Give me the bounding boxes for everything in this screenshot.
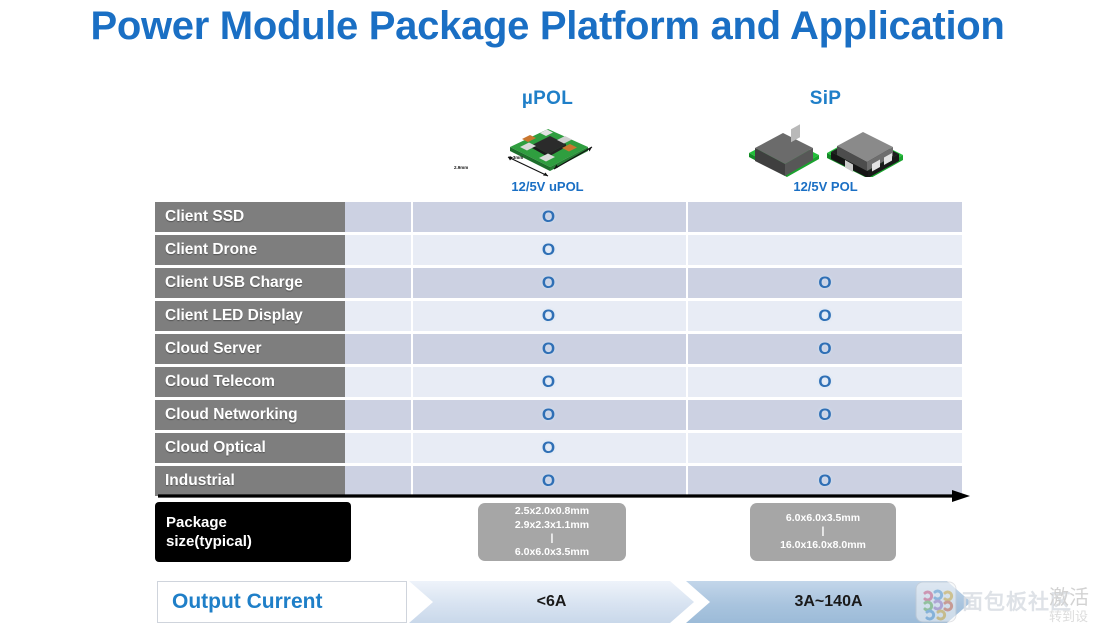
column-caption-sip: SiP xyxy=(809,88,842,109)
cell-sip: O xyxy=(818,273,832,292)
package-size-sip: 6.0x6.0x3.5mm | 16.0x16.0x8.0mm xyxy=(750,503,896,561)
row-label: Client SSD xyxy=(155,202,345,232)
cell-upol: O xyxy=(541,339,556,358)
table-row: Cloud Telecom O O xyxy=(155,367,962,397)
activation-line2: 转到设 xyxy=(1049,609,1089,624)
cell-upol: O xyxy=(541,273,556,292)
cell-upol: O xyxy=(541,372,556,391)
column-subcaption-upol: 12/5V uPOL xyxy=(511,179,584,194)
upol-artwork: 2.9mm 2.3mm xyxy=(440,115,655,177)
cell-upol: O xyxy=(541,438,556,457)
table-row: Cloud Server O O xyxy=(155,334,962,364)
table-row: Cloud Networking O O xyxy=(155,400,962,430)
package-size-sip-line1: 6.0x6.0x3.5mm xyxy=(785,511,861,524)
column-caption-upol: µPOL xyxy=(521,88,574,109)
row-label: Cloud Optical xyxy=(155,433,345,463)
table-row: Client SSD O xyxy=(155,202,962,232)
row-label: Cloud Telecom xyxy=(155,367,345,397)
cell-sip xyxy=(688,202,962,232)
cell-sip: O xyxy=(818,339,832,358)
table-row: Client LED Display O O xyxy=(155,301,962,331)
row-label: Cloud Networking xyxy=(155,400,345,430)
package-size-upol: 2.5x2.0x0.8mm 2.9x2.3x1.1mm | 6.0x6.0x3.… xyxy=(478,503,626,561)
cell-sip: O xyxy=(818,306,832,325)
page-title: Power Module Package Platform and Applic… xyxy=(90,4,1005,48)
output-current-upol-chevron: <6A xyxy=(409,581,694,623)
application-matrix-table: Client SSD O Client Drone O Client USB Charg… xyxy=(155,202,962,499)
activation-line1: 激活 xyxy=(1049,587,1089,609)
package-size-label-line1: Package xyxy=(166,514,227,531)
package-size-upol-divider: | xyxy=(550,532,554,544)
package-size-upol-line2: 2.9x2.3x1.1mm xyxy=(514,518,590,531)
cell-sip: O xyxy=(818,405,832,424)
column-header-upol: µPOL 2.9mm 2.3mm 12/5V uPOL xyxy=(440,88,655,194)
cell-sip xyxy=(688,433,962,463)
package-size-sip-line2: 16.0x16.0x8.0mm xyxy=(780,538,866,551)
site-logo-watermark-icon xyxy=(915,581,957,623)
row-label: Client LED Display xyxy=(155,301,345,331)
cell-sip: O xyxy=(818,372,832,391)
cell-upol: O xyxy=(541,306,556,325)
upol-dimension-width: 2.9mm xyxy=(454,165,469,170)
sip-artwork xyxy=(718,115,933,177)
package-size-sip-divider: | xyxy=(821,525,825,538)
row-label: Client USB Charge xyxy=(155,268,345,298)
upol-module-photo-icon xyxy=(507,129,592,177)
package-size-upol-line1: 2.5x2.0x0.8mm xyxy=(514,505,590,517)
progression-arrow-icon xyxy=(158,490,970,502)
column-subcaption-sip: 12/5V POL xyxy=(793,179,858,194)
output-current-label: Output Current xyxy=(157,581,407,623)
row-label: Client Drone xyxy=(155,235,345,265)
row-label: Cloud Server xyxy=(155,334,345,364)
table-row: Client USB Charge O O xyxy=(155,268,962,298)
cell-upol: O xyxy=(541,207,556,226)
package-size-label: Package size(typical) xyxy=(155,502,351,562)
column-header-sip: SiP 12/5V POL xyxy=(718,88,933,194)
windows-activation-watermark: 激活 转到设 xyxy=(1049,587,1089,625)
upol-dimension-height: 2.3mm xyxy=(509,155,524,160)
cell-sip xyxy=(688,235,962,265)
table-row: Cloud Optical O xyxy=(155,433,962,463)
package-size-label-line2: size(typical) xyxy=(166,533,252,550)
cell-upol: O xyxy=(541,240,556,259)
cell-upol: O xyxy=(541,405,556,424)
sip-module-photo-icon xyxy=(748,124,903,177)
slide-canvas: Power Module Package Platform and Applic… xyxy=(0,0,1095,633)
package-size-upol-line3: 6.0x6.0x3.5mm xyxy=(514,545,590,558)
table-row: Client Drone O xyxy=(155,235,962,265)
